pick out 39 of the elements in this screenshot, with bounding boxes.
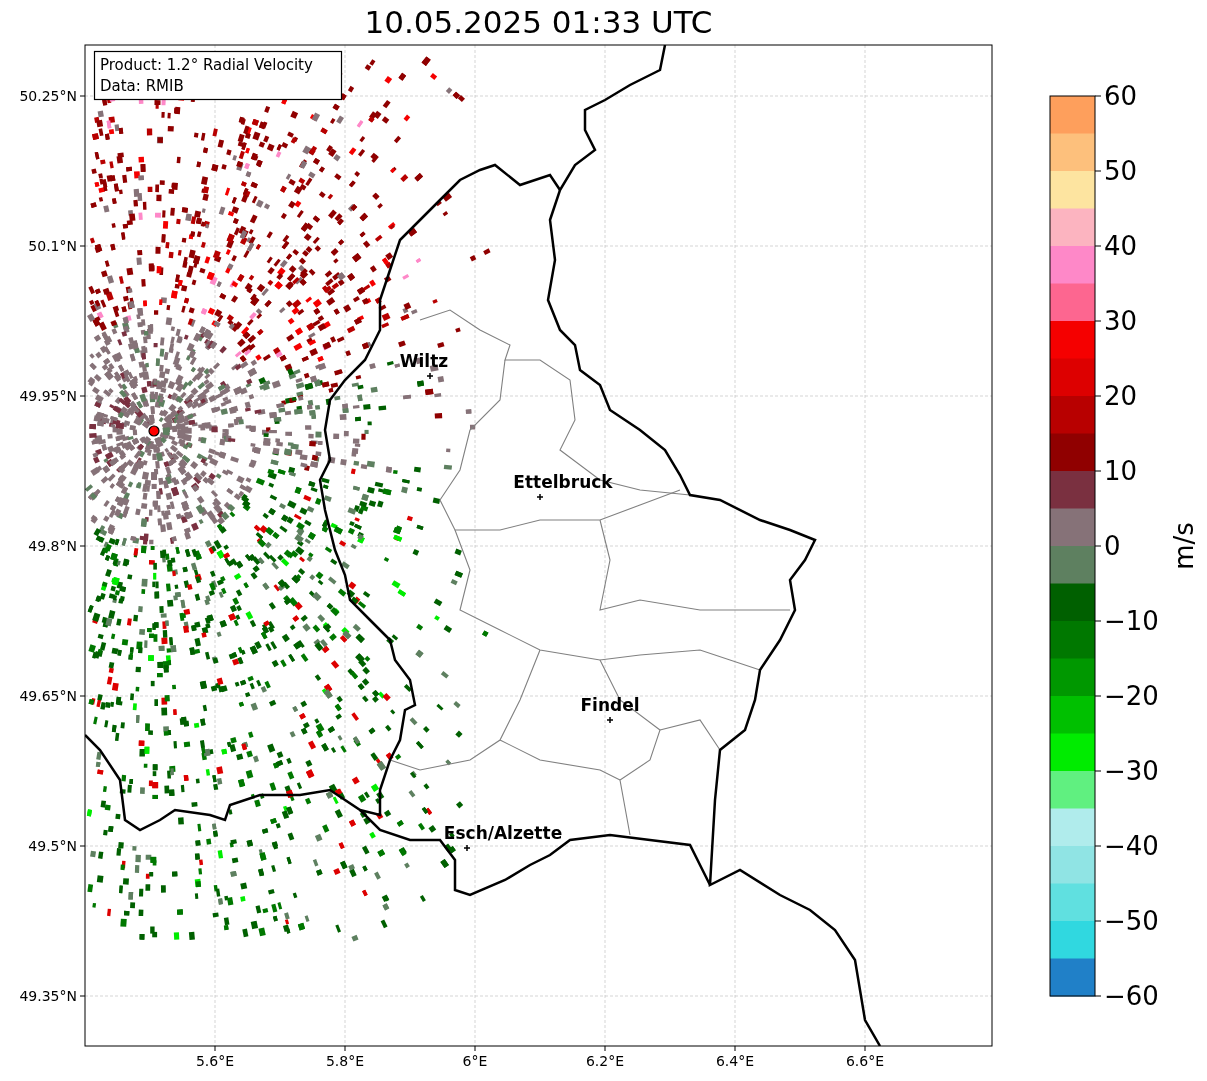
colorbar-tick-label: −20 bbox=[1104, 681, 1159, 711]
city-marker-icon bbox=[606, 716, 614, 724]
axis-tick-label: 5.6°E bbox=[195, 1053, 235, 1069]
city-label: Wiltz bbox=[399, 351, 449, 371]
city-marker-icon bbox=[463, 844, 471, 852]
axis-tick-label: 50.25°N bbox=[19, 88, 77, 104]
axis-tick-label: 49.35°N bbox=[19, 988, 77, 1004]
legend-text: Product: 1.2° Radial Velocity bbox=[100, 56, 313, 74]
axis-tick-label: 6.4°E bbox=[715, 1053, 755, 1069]
axis-tick-label: 49.5°N bbox=[28, 838, 77, 854]
colorbar-label: m/s bbox=[1169, 522, 1199, 570]
colorbar-tick-label: 30 bbox=[1104, 306, 1138, 336]
colorbar-tick-label: −30 bbox=[1104, 756, 1159, 786]
city-label: Ettelbruck bbox=[513, 472, 613, 492]
colorbar-tick-label: 60 bbox=[1104, 81, 1138, 111]
axis-tick-label: 50.1°N bbox=[28, 238, 77, 254]
colorbar-tick-label: −40 bbox=[1104, 831, 1159, 861]
colorbar-tick-label: 20 bbox=[1104, 381, 1138, 411]
city-label: Findel bbox=[580, 695, 640, 715]
chart-title: 10.05.2025 01:33 UTC bbox=[364, 4, 713, 40]
colorbar-tick-label: 0 bbox=[1104, 531, 1121, 561]
colorbar-tick-label: 40 bbox=[1104, 231, 1138, 261]
colorbar-tick-label: 50 bbox=[1104, 156, 1138, 186]
axis-tick-label: 49.8°N bbox=[28, 538, 77, 554]
axis-tick-label: 49.65°N bbox=[19, 688, 77, 704]
axis-tick-label: 6.2°E bbox=[585, 1053, 625, 1069]
city-marker-icon bbox=[536, 493, 544, 501]
axis-tick-label: 49.95°N bbox=[19, 388, 77, 404]
axis-tick-label: 6.6°E bbox=[845, 1053, 885, 1069]
city-label: Esch/Alzette bbox=[443, 823, 563, 843]
city-marker-icon bbox=[426, 372, 434, 380]
legend-text: Data: RMIB bbox=[100, 77, 184, 95]
colorbar-tick-label: −60 bbox=[1104, 981, 1159, 1011]
colorbar-tick-label: 10 bbox=[1104, 456, 1138, 486]
axis-tick-label: 5.8°E bbox=[325, 1053, 365, 1069]
colorbar-tick-label: −10 bbox=[1104, 606, 1159, 636]
colorbar-tick-label: −50 bbox=[1104, 906, 1159, 936]
axis-tick-label: 6°E bbox=[462, 1053, 488, 1069]
radar-site-icon bbox=[148, 425, 160, 437]
